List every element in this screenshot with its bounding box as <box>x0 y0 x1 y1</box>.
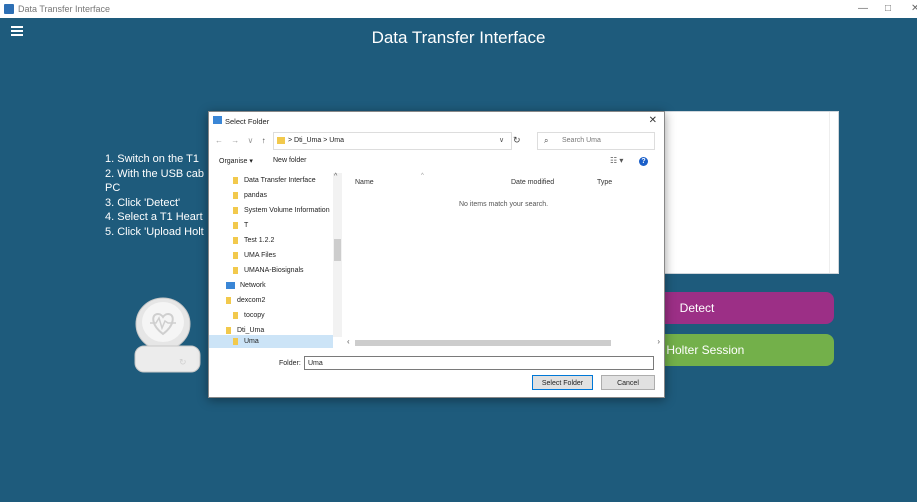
folder-icon <box>226 297 231 304</box>
folder-icon <box>233 267 238 274</box>
folder-dialog-icon <box>213 116 222 124</box>
recent-locations-icon[interactable]: ∨ <box>247 136 256 145</box>
folder-icon <box>226 327 231 334</box>
file-list: ^ Name Date modified Type No items match… <box>343 173 664 348</box>
instruction-line: PC <box>105 182 121 194</box>
log-scrollbar[interactable] <box>829 112 838 273</box>
cancel-button[interactable]: Cancel <box>601 375 655 390</box>
refresh-icon[interactable]: ↻ <box>513 135 521 146</box>
navigation-pane: Data Transfer Interface pandas System Vo… <box>209 173 343 348</box>
folder-icon <box>233 177 238 184</box>
empty-message: No items match your search. <box>458 201 549 208</box>
network-icon <box>226 282 235 289</box>
dialog-navbar: ← → ∨ ↑ > Dti_Uma > Uma ∨ ↻ ⌕ Search Uma <box>209 130 664 152</box>
horizontal-scrollbar[interactable]: ‹ › <box>343 337 664 347</box>
nav-item-tocopy[interactable]: tocopy <box>209 308 333 323</box>
close-button[interactable]: ✕ <box>911 3 917 14</box>
folder-icon <box>277 137 285 144</box>
sort-caret-icon: ^ <box>421 173 424 179</box>
folder-icon <box>233 338 238 345</box>
view-options-icon[interactable]: ☷ ▾ <box>610 156 623 165</box>
breadcrumb[interactable]: > Dti_Uma > Uma <box>288 137 344 144</box>
nav-item-t[interactable]: T <box>209 218 333 233</box>
instruction-line: 4. Select a T1 Heart <box>105 211 203 223</box>
nav-item-uma[interactable]: Uma <box>209 335 333 348</box>
nav-item-test-1-2-2[interactable]: Test 1.2.2 <box>209 233 333 248</box>
scroll-right-icon[interactable]: › <box>657 337 660 346</box>
window-titlebar: Data Transfer Interface — □ ✕ <box>0 0 917 18</box>
folder-icon <box>233 312 238 319</box>
nav-item-system-volume-information[interactable]: System Volume Information <box>209 203 333 218</box>
help-icon[interactable]: ? <box>639 157 648 166</box>
nav-item-network[interactable]: Network <box>209 278 333 293</box>
folder-label: Folder: <box>279 360 301 367</box>
dialog-toolbar: Organise ▾ New folder ☷ ▾ ? <box>209 154 664 170</box>
scroll-thumb[interactable] <box>334 239 341 261</box>
nav-item-umana-biosignals[interactable]: UMANA-Biosignals <box>209 263 333 278</box>
maximize-button[interactable]: □ <box>885 3 891 14</box>
nav-item-dexcom2[interactable]: dexcom2 <box>209 293 333 308</box>
heart-monitor-device-icon: ↻ <box>134 297 201 373</box>
up-arrow-icon[interactable]: ↑ <box>262 136 269 145</box>
dialog-close-icon[interactable]: ✕ <box>649 115 657 126</box>
nav-item-pandas[interactable]: pandas <box>209 188 333 203</box>
column-header-type[interactable]: Type <box>597 179 612 186</box>
app-icon <box>4 4 14 14</box>
window-title: Data Transfer Interface <box>18 4 111 14</box>
nav-item-data-transfer-interface[interactable]: Data Transfer Interface <box>209 173 333 188</box>
back-arrow-icon[interactable]: ← <box>215 136 226 145</box>
folder-icon <box>233 252 238 259</box>
column-header-name[interactable]: Name <box>355 179 374 186</box>
new-folder-button[interactable]: New folder <box>273 157 306 164</box>
search-box[interactable]: ⌕ Search Uma <box>537 132 655 150</box>
instruction-line: 2. With the USB cab <box>105 167 205 180</box>
forward-arrow-icon[interactable]: → <box>231 136 242 145</box>
instruction-line: 1. Switch on the T1 <box>105 153 199 165</box>
dialog-title: Select Folder <box>225 117 270 126</box>
organise-button[interactable]: Organise ▾ <box>219 157 253 165</box>
folder-input[interactable]: Uma <box>304 356 654 370</box>
nav-item-uma-files[interactable]: UMA Files <box>209 248 333 263</box>
minimize-button[interactable]: — <box>858 3 868 14</box>
instruction-line: 5. Click 'Upload Holt <box>105 225 204 238</box>
page-title: Data Transfer Interface <box>371 28 546 47</box>
select-folder-dialog: Select Folder ✕ ← → ∨ ↑ > Dti_Uma > Uma … <box>208 111 665 398</box>
folder-icon <box>233 192 238 199</box>
folder-row: Folder: Uma <box>209 356 664 372</box>
nav-pane-scrollbar[interactable]: ^ <box>333 173 342 337</box>
folder-icon <box>233 237 238 244</box>
select-folder-button[interactable]: Select Folder <box>532 375 593 390</box>
address-dropdown-icon[interactable]: ∨ <box>499 136 504 144</box>
search-icon: ⌕ <box>544 136 549 145</box>
instruction-line: 3. Click 'Detect' <box>105 196 181 209</box>
address-bar[interactable]: > Dti_Uma > Uma ∨ <box>273 132 512 150</box>
scroll-up-icon[interactable]: ^ <box>334 173 337 180</box>
folder-icon <box>233 207 238 214</box>
svg-text:↻: ↻ <box>179 358 187 368</box>
scroll-left-icon[interactable]: ‹ <box>347 337 350 346</box>
dialog-titlebar: Select Folder ✕ <box>209 112 664 130</box>
column-header-date-modified[interactable]: Date modified <box>511 179 554 186</box>
folder-icon <box>233 222 238 229</box>
instructions-list: 1. Switch on the T1 2. With the USB cab … <box>105 152 215 239</box>
horizontal-scroll-thumb[interactable] <box>355 340 611 346</box>
search-input[interactable]: Search Uma <box>562 137 601 144</box>
